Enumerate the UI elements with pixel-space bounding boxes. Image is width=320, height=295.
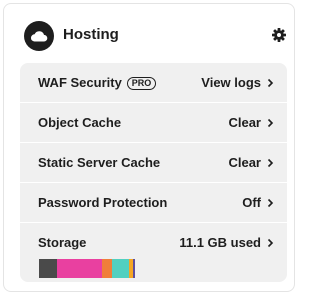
storage-segment-3 [112, 259, 130, 278]
hosting-card: Hosting WAF Security PRO View logs Object… [3, 3, 295, 292]
storage-segment-2 [102, 259, 112, 278]
waf-security-row[interactable]: WAF Security PRO View logs [20, 63, 287, 103]
view-logs-link[interactable]: View logs [201, 75, 261, 90]
static-cache-clear-button[interactable]: Clear [228, 155, 261, 170]
chevron-right-icon [267, 118, 274, 128]
chevron-right-icon [267, 78, 274, 88]
password-protection-row[interactable]: Password Protection Off [20, 183, 287, 223]
chevron-right-icon [267, 158, 274, 168]
cloud-icon-shape [30, 31, 48, 42]
storage-usage-bar [39, 259, 137, 278]
chevron-right-icon [267, 198, 274, 208]
storage-segment-6 [135, 259, 137, 278]
storage-segment-1 [57, 259, 103, 278]
static-server-cache-row[interactable]: Static Server Cache Clear [20, 143, 287, 183]
gear-icon[interactable] [272, 28, 286, 42]
password-protection-label: Password Protection [38, 195, 168, 210]
object-cache-clear-button[interactable]: Clear [228, 115, 261, 130]
storage-label: Storage [38, 235, 87, 250]
waf-security-label: WAF Security [38, 75, 122, 90]
object-cache-label: Object Cache [38, 115, 122, 130]
row-label: WAF Security PRO [38, 75, 157, 90]
pro-badge: PRO [126, 77, 157, 90]
storage-segment-0 [39, 259, 58, 278]
static-server-cache-label: Static Server Cache [38, 155, 161, 170]
cloud-icon [24, 21, 54, 51]
card-header: Hosting [4, 4, 294, 62]
card-title: Hosting [63, 26, 119, 43]
storage-used-value[interactable]: 11.1 GB used [179, 235, 261, 250]
chevron-right-icon [267, 238, 274, 248]
password-protection-status[interactable]: Off [242, 195, 261, 210]
settings-panel: WAF Security PRO View logs Object Cache C… [20, 63, 287, 282]
object-cache-row[interactable]: Object Cache Clear [20, 103, 287, 143]
